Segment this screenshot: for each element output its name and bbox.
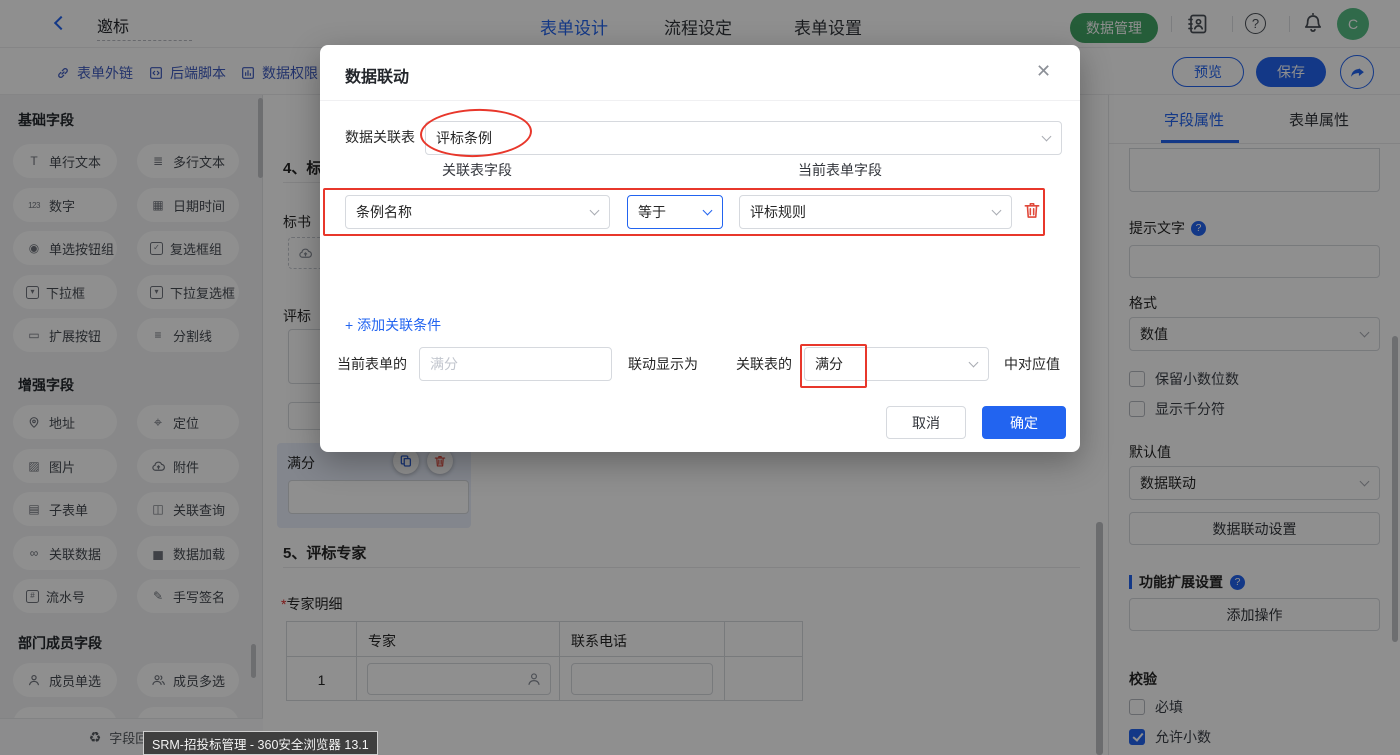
relation-table-label: 数据关联表 bbox=[345, 127, 415, 147]
related-field-select[interactable]: 条例名称 bbox=[345, 195, 610, 229]
operator-select[interactable]: 等于 bbox=[627, 195, 723, 229]
chevron-down-icon bbox=[969, 358, 979, 368]
cancel-button[interactable]: 取消 bbox=[886, 406, 966, 439]
column-header-current-field: 当前表单字段 bbox=[798, 160, 882, 180]
annotation-related-field-box bbox=[800, 344, 867, 388]
operator-value: 等于 bbox=[638, 202, 666, 222]
close-icon[interactable]: ✕ bbox=[1036, 61, 1051, 82]
delete-condition-icon[interactable] bbox=[1022, 200, 1042, 220]
corresponding-value-label: 中对应值 bbox=[1004, 354, 1060, 374]
confirm-button[interactable]: 确定 bbox=[982, 406, 1066, 439]
chevron-down-icon bbox=[703, 206, 713, 216]
chevron-down-icon bbox=[590, 206, 600, 216]
modal-title: 数据联动 bbox=[345, 63, 409, 87]
current-field-select[interactable]: 评标规则 bbox=[739, 195, 1012, 229]
form-designer-app: 邀标 表单设计 流程设定 表单设置 数据管理 ? C 表单外链 后端脚本 数据权… bbox=[0, 0, 1400, 755]
related-field-value: 条例名称 bbox=[356, 202, 412, 222]
data-linkage-modal: 数据联动 ✕ 数据关联表 评标条例 关联表字段 当前表单字段 条例名称 等于 评… bbox=[320, 45, 1080, 452]
current-form-label: 当前表单的 bbox=[337, 354, 407, 374]
display-as-label: 联动显示为 bbox=[628, 354, 698, 374]
chevron-down-icon bbox=[992, 206, 1002, 216]
related-table-label: 关联表的 bbox=[736, 354, 792, 374]
add-condition-link[interactable]: + 添加关联条件 bbox=[345, 315, 441, 335]
current-form-field-input[interactable] bbox=[419, 347, 612, 381]
chevron-down-icon bbox=[1042, 132, 1052, 142]
column-header-related-field: 关联表字段 bbox=[442, 160, 512, 180]
browser-status-tooltip: SRM-招投标管理 - 360安全浏览器 13.1 bbox=[143, 731, 378, 755]
current-field-value: 评标规则 bbox=[750, 202, 806, 222]
modal-title-divider bbox=[320, 100, 1080, 101]
